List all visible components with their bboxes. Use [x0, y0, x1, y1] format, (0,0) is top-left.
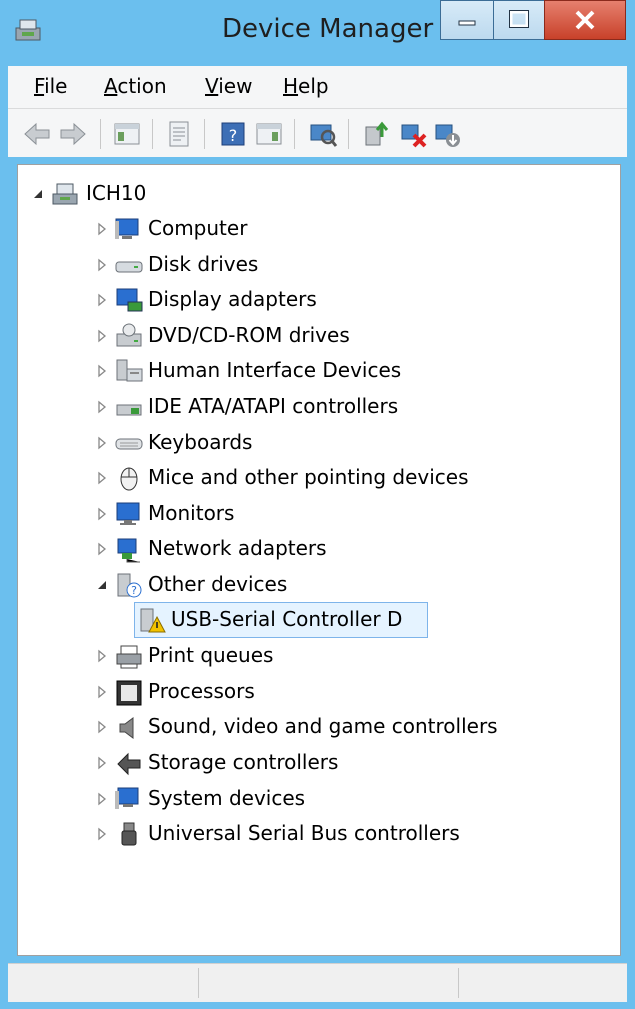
- help-icon[interactable]: ?: [218, 119, 248, 149]
- toolbar-separator: [152, 119, 153, 149]
- tree-item-label: Display adapters: [148, 287, 317, 312]
- tree-item-label: Mice and other pointing devices: [148, 465, 469, 490]
- expand-arrow-icon[interactable]: [96, 756, 108, 770]
- console-tree-icon[interactable]: [112, 119, 142, 149]
- menu-action[interactable]: Action: [104, 74, 167, 98]
- tree-root-label: ICH10: [86, 181, 147, 205]
- toolbar-separator: [204, 119, 205, 149]
- computer-root-icon: [52, 183, 78, 205]
- expand-arrow-icon[interactable]: [96, 400, 108, 414]
- expand-arrow-icon[interactable]: [96, 329, 108, 343]
- keyboard-icon: [115, 438, 143, 450]
- toolbar-separator: [100, 119, 101, 149]
- svg-text:?: ?: [131, 584, 137, 597]
- status-separator: [458, 968, 459, 998]
- menu-bar: File Action View Help: [8, 66, 627, 108]
- tree-item-label: Universal Serial Bus controllers: [148, 821, 460, 846]
- forward-arrow-icon[interactable]: [58, 119, 88, 149]
- expand-arrow-icon[interactable]: [96, 827, 108, 841]
- title-bar[interactable]: Device Manager: [0, 0, 635, 66]
- storage-controller-icon: [117, 752, 141, 776]
- menu-help[interactable]: Help: [283, 74, 329, 98]
- ide-controller-icon: [116, 404, 142, 416]
- expand-arrow-icon[interactable]: [96, 293, 108, 307]
- expand-arrow-icon[interactable]: [96, 258, 108, 272]
- tree-item-label: System devices: [148, 785, 306, 810]
- expand-arrow-icon[interactable]: [96, 364, 108, 378]
- disk-drive-icon: [115, 261, 143, 273]
- hid-icon: [116, 359, 143, 382]
- uninstall-device-icon[interactable]: [398, 119, 428, 149]
- device-tree[interactable]: ICH10 Computer Disk drives Display adapter…: [17, 164, 621, 956]
- expand-arrow-icon[interactable]: [96, 222, 108, 236]
- processor-icon: [116, 680, 142, 706]
- tree-item-label: Keyboards: [148, 429, 253, 454]
- tree-item-label: Network adapters: [148, 536, 327, 561]
- collapse-arrow-icon[interactable]: [96, 578, 108, 592]
- tree-item-label: Disk drives: [148, 251, 259, 276]
- menu-view[interactable]: View: [205, 74, 252, 98]
- toolbar: ?: [8, 108, 627, 157]
- status-separator: [198, 968, 199, 998]
- display-adapter-icon: [116, 288, 143, 312]
- collapse-arrow-icon[interactable]: [32, 187, 44, 201]
- tree-item-label: Processors: [148, 678, 255, 703]
- warning-device-icon: [140, 608, 166, 633]
- tree-item-label: Sound, video and game controllers: [148, 714, 498, 739]
- printer-icon: [116, 645, 142, 669]
- close-icon: [575, 10, 595, 30]
- dvd-drive-icon: [116, 323, 142, 347]
- update-driver-icon[interactable]: [362, 119, 392, 149]
- tree-item-label: Computer: [148, 216, 248, 240]
- status-bar: [8, 963, 627, 1002]
- toolbar-separator: [294, 119, 295, 149]
- speaker-icon: [119, 717, 134, 740]
- tree-child-item[interactable]: USB-Serial Controller D: [134, 601, 428, 638]
- expand-arrow-icon[interactable]: [96, 792, 108, 806]
- network-adapter-icon: [117, 538, 140, 563]
- tree-item-label: Monitors: [148, 500, 235, 525]
- tree-item-label: DVD/CD-ROM drives: [148, 322, 350, 347]
- maximize-icon: [509, 10, 529, 28]
- mouse-icon: [120, 467, 138, 491]
- svg-text:?: ?: [229, 126, 238, 145]
- action-pane-icon[interactable]: [254, 119, 284, 149]
- properties-icon[interactable]: [164, 119, 194, 149]
- tree-item-label: Print queues: [148, 643, 274, 668]
- expand-arrow-icon[interactable]: [96, 685, 108, 699]
- expand-arrow-icon[interactable]: [96, 720, 108, 734]
- expand-arrow-icon[interactable]: [96, 507, 108, 521]
- maximize-button[interactable]: [493, 0, 545, 40]
- window-frame: Device Manager File Action View Help ? I…: [0, 0, 635, 1009]
- tree-item-label: Human Interface Devices: [148, 358, 402, 383]
- tree-child-label: USB-Serial Controller D: [171, 606, 403, 631]
- tree-item-label: Other devices: [148, 572, 288, 596]
- unknown-device-icon: ?: [117, 573, 142, 598]
- tree-root[interactable]: ICH10: [32, 177, 332, 211]
- expand-arrow-icon[interactable]: [96, 649, 108, 663]
- menu-file[interactable]: File: [34, 74, 67, 98]
- system-device-icon: [115, 787, 139, 809]
- toolbar-separator: [348, 119, 349, 149]
- tree-item-label: IDE ATA/ATAPI controllers: [148, 394, 399, 418]
- computer-icon: [115, 218, 139, 239]
- usb-icon: [121, 822, 137, 846]
- expand-arrow-icon[interactable]: [96, 436, 108, 450]
- close-button[interactable]: [544, 0, 626, 40]
- tree-item-label: Storage controllers: [148, 750, 339, 774]
- minimize-button[interactable]: [440, 0, 494, 40]
- monitor-icon: [116, 502, 140, 525]
- scan-hardware-icon[interactable]: [308, 119, 338, 149]
- minimize-icon: [458, 20, 476, 26]
- expand-arrow-icon[interactable]: [96, 471, 108, 485]
- back-arrow-icon[interactable]: [22, 119, 52, 149]
- expand-arrow-icon[interactable]: [96, 542, 108, 556]
- disable-device-icon[interactable]: [432, 119, 462, 149]
